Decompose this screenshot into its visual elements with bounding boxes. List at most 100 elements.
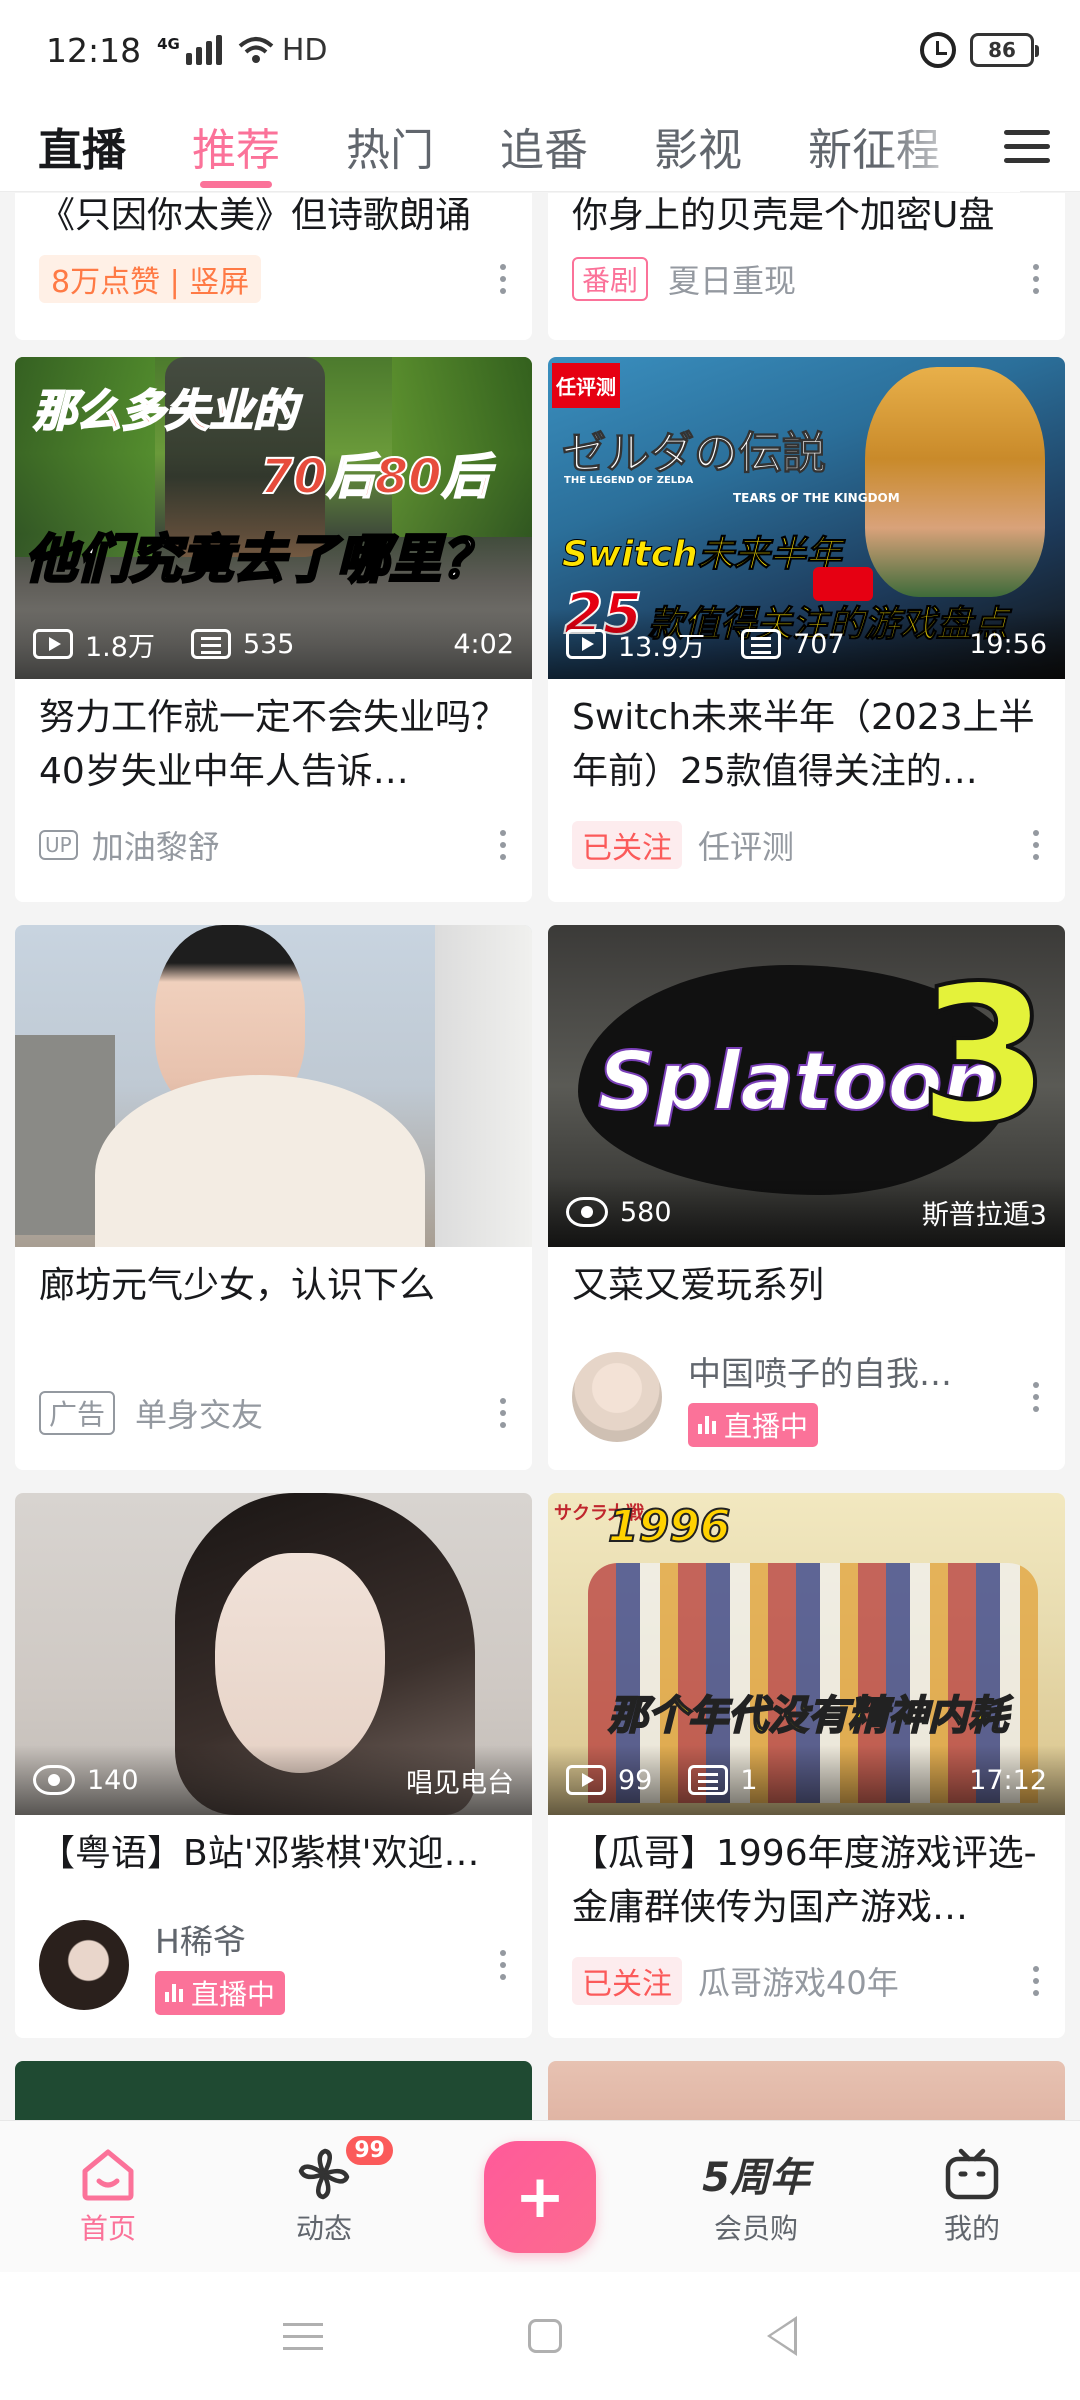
up-tag: UP	[39, 830, 78, 860]
duration: 17:12	[969, 1764, 1047, 1796]
card-foot: 已关注 任评测	[548, 817, 1065, 873]
system-navigation-bar	[0, 2272, 1080, 2400]
more-icon[interactable]	[1033, 1966, 1041, 1996]
thumb-text: 他们究竟去了哪里？	[23, 529, 494, 592]
streamer-name[interactable]: 中国喷子的自我…	[688, 1347, 952, 1395]
viewer-count: 140	[87, 1764, 139, 1796]
back-icon[interactable]	[767, 2316, 798, 2356]
more-icon[interactable]	[1033, 830, 1041, 860]
live-badge: 直播中	[688, 1403, 819, 1447]
card-title: 廊坊元气少女，认识下么	[39, 1265, 436, 1306]
live-foot: 中国喷子的自我… 直播中	[548, 1347, 1065, 1447]
card-foot: 广告 单身交友	[15, 1385, 532, 1441]
duration: 4:02	[453, 628, 514, 660]
bottom-tab-label: 会员购	[713, 2211, 798, 2245]
thumb-text: 3	[916, 943, 1052, 1168]
play-count-icon	[33, 629, 73, 659]
card-author[interactable]: 任评测	[698, 822, 794, 868]
bottom-tab-home[interactable]: 首页	[28, 2147, 188, 2247]
avatar[interactable]	[39, 1920, 129, 2010]
bottom-tab-publish[interactable]: +	[460, 2140, 620, 2253]
bottom-tab-label: 我的	[943, 2211, 1000, 2245]
menu-icon[interactable]	[1004, 120, 1050, 172]
danmaku-count: 1	[740, 1764, 758, 1796]
tab-live[interactable]: 直播	[38, 100, 126, 192]
card-title: 又菜又爱玩系列	[572, 1265, 825, 1306]
video-card[interactable]: 任评测 ゼルダの伝説 THE LEGEND OF ZELDA TEARS OF …	[548, 357, 1065, 902]
top-nav-tabs: 直播 推荐 热门 追番 影视 新征程	[0, 100, 1080, 192]
more-icon[interactable]	[500, 1950, 508, 1980]
likes-tag: 8万点赞 | 竖屏	[39, 255, 262, 303]
tab-bangumi[interactable]: 追番	[500, 100, 588, 192]
followed-tag: 已关注	[572, 821, 682, 869]
ad-card[interactable]: 廊坊元气少女，认识下么 广告 单身交友	[15, 925, 532, 1470]
tab-recommend[interactable]: 推荐	[192, 100, 280, 192]
danmaku-count: 707	[793, 628, 845, 660]
tab-fade	[880, 100, 1020, 192]
live-badge: 直播中	[155, 1971, 286, 2015]
card-title: 【瓜哥】1996年度游戏评选-金庸群侠传为国产游戏…	[572, 1833, 1037, 1928]
video-card[interactable]: サクラ大戦 1996 那个年代没有精神内耗 99 1 17:12 【瓜哥】199…	[548, 1493, 1065, 2038]
danmaku-icon	[190, 629, 231, 659]
card-author[interactable]: 加油黎舒	[92, 822, 220, 868]
play-count: 99	[618, 1764, 653, 1796]
wifi-icon	[238, 37, 274, 63]
live-thumbnail[interactable]: 140 唱见电台	[15, 1493, 532, 1815]
video-thumbnail[interactable]: 任评测 ゼルダの伝説 THE LEGEND OF ZELDA TEARS OF …	[548, 357, 1065, 679]
plus-icon[interactable]: +	[484, 2140, 596, 2253]
video-card[interactable]	[15, 2061, 532, 2120]
card-author[interactable]: 瓜哥游戏40年	[698, 1958, 899, 2004]
video-card[interactable]: 《只因你太美》但诗歌朗诵 8万点赞 | 竖屏	[15, 193, 532, 340]
notification-badge: 99	[343, 2132, 396, 2168]
play-count-icon	[566, 629, 606, 659]
play-count-icon	[566, 1765, 606, 1795]
live-card[interactable]: Splatoon 3 580 斯普拉遁3 又菜又爱玩系列 中国喷子的自我… 直播…	[548, 925, 1065, 1470]
play-count: 13.9万	[618, 631, 706, 663]
signal-icon: 4G	[157, 35, 222, 65]
card-title: Switch未来半年（2023上半年前）25款值得关注的…	[572, 697, 1035, 792]
video-thumbnail[interactable]: サクラ大戦 1996 那个年代没有精神内耗 99 1 17:12	[548, 1493, 1065, 1815]
card-foot: 番剧 夏日重现	[548, 251, 1065, 307]
streamer-name[interactable]: H稀爷	[155, 1915, 285, 1963]
more-icon[interactable]	[500, 264, 508, 294]
system-home-icon[interactable]	[527, 2319, 562, 2353]
tab-hot[interactable]: 热门	[346, 100, 434, 192]
tv-icon	[943, 2147, 1001, 2201]
home-icon	[79, 2147, 137, 2201]
live-thumbnail[interactable]: Splatoon 3 580 斯普拉遁3	[548, 925, 1065, 1247]
thumb-text: 那个年代没有精神内耗	[607, 1692, 1009, 1740]
danmaku-icon	[741, 629, 782, 659]
video-card[interactable]	[548, 2061, 1065, 2120]
more-icon[interactable]	[1033, 1382, 1041, 1412]
card-title: 努力工作就一定不会失业吗？40岁失业中年人告诉…	[39, 697, 508, 792]
ad-tag: 广告	[39, 1391, 116, 1435]
more-icon[interactable]	[500, 1398, 508, 1428]
thumb-stats: 13.9万 707 19:56	[548, 609, 1065, 679]
recent-apps-icon[interactable]	[282, 2322, 323, 2350]
more-icon[interactable]	[500, 830, 508, 860]
bottom-tab-dynamic[interactable]: 99 动态	[244, 2132, 404, 2247]
video-card[interactable]: 你身上的贝壳是个加密U盘 番剧 夏日重现	[548, 193, 1065, 340]
live-area: 斯普拉遁3	[921, 1199, 1047, 1231]
bottom-tab-mall[interactable]: 5周年 会员购	[676, 2147, 836, 2247]
danmaku-icon	[688, 1765, 729, 1795]
tab-movies[interactable]: 影视	[654, 100, 742, 192]
thumb-text: ゼルダの伝説	[562, 428, 827, 480]
thumb-text: Switch未来半年	[562, 534, 843, 576]
more-icon[interactable]	[1033, 264, 1041, 294]
thumb-text: 70后80后	[259, 448, 491, 506]
video-thumbnail[interactable]: 那么多失业的 70后80后 他们究竟去了哪里？ 1.8万 535 4:02	[15, 357, 532, 679]
card-title: 《只因你太美》但诗歌朗诵	[39, 195, 472, 236]
5th-anniversary-icon: 5周年	[702, 2154, 810, 2201]
feed: 《只因你太美》但诗歌朗诵 8万点赞 | 竖屏 你身上的贝壳是个加密U盘 番剧 夏…	[0, 193, 1080, 2120]
ad-thumbnail[interactable]	[15, 925, 532, 1247]
avatar[interactable]	[572, 1352, 662, 1442]
card-author: 夏日重现	[668, 262, 797, 300]
video-card[interactable]: 那么多失业的 70后80后 他们究竟去了哪里？ 1.8万 535 4:02 努力…	[15, 357, 532, 902]
thumb-stats: 580 斯普拉遁3	[548, 1177, 1065, 1247]
live-card[interactable]: 140 唱见电台 【粤语】B站'邓紫棋'欢迎… H稀爷 直播中	[15, 1493, 532, 2038]
bottom-tab-mine[interactable]: 我的	[892, 2147, 1052, 2247]
card-foot: 已关注 瓜哥游戏40年	[548, 1953, 1065, 2009]
thumb-text: TEARS OF THE KINGDOM	[733, 491, 900, 505]
card-author: 单身交友	[135, 1396, 264, 1434]
